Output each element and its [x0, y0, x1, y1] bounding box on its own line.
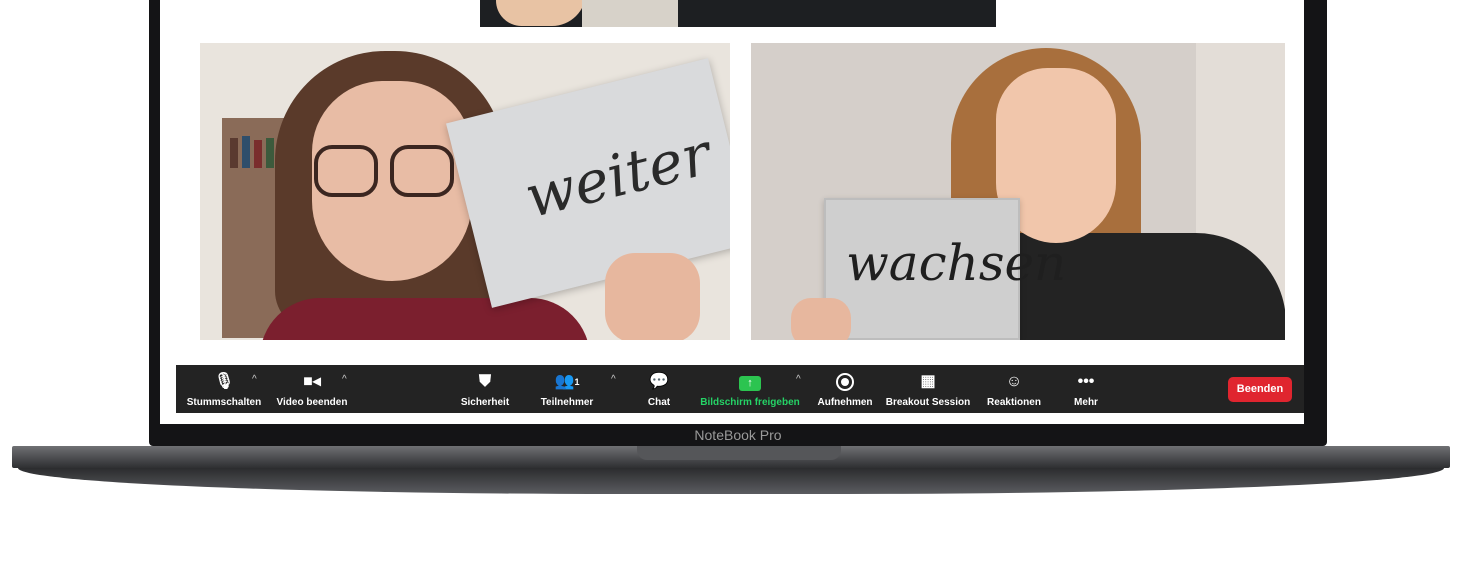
- chevron-up-icon[interactable]: ^: [611, 374, 616, 385]
- grid-icon: ▦: [920, 373, 936, 390]
- end-meeting-button[interactable]: Beenden: [1228, 377, 1292, 402]
- participants-button[interactable]: 👥1 Teilnehmer: [536, 365, 598, 413]
- mute-button[interactable]: 🎙 Stummschalten: [182, 365, 266, 413]
- hand: [605, 253, 700, 340]
- video-tile-top: [480, 0, 996, 27]
- participant-count: 1: [574, 377, 580, 387]
- laptop-notch: [637, 446, 841, 460]
- chevron-up-icon[interactable]: ^: [342, 374, 347, 385]
- meeting-toolbar: 🎙 Stummschalten ^ ■◂ Video beenden ^ ⛊ S…: [176, 365, 1304, 413]
- paper: [582, 0, 678, 27]
- security-label: Sicherheit: [460, 397, 510, 408]
- shield-icon: ⛊: [478, 373, 491, 390]
- more-button[interactable]: ••• Mehr: [1066, 365, 1106, 413]
- meeting-screen: weiter wachsen 🎙 Stummschalten ^ ■◂ Vide…: [160, 0, 1304, 424]
- laptop-brand-label: NoteBook Pro: [694, 427, 782, 443]
- video-tile-participant-1[interactable]: weiter: [200, 43, 730, 340]
- chat-button[interactable]: 💬 Chat: [639, 365, 679, 413]
- book: [230, 138, 238, 168]
- security-button[interactable]: ⛊ Sicherheit: [454, 365, 516, 413]
- chat-label: Chat: [647, 397, 671, 408]
- share-screen-icon: ↑: [698, 371, 802, 393]
- laptop-base: [18, 468, 1444, 494]
- video-camera-icon: ■◂: [303, 373, 321, 390]
- chevron-up-icon[interactable]: ^: [252, 374, 257, 385]
- breakout-label: Breakout Session: [885, 397, 971, 408]
- record-icon: [814, 371, 876, 393]
- book: [254, 140, 262, 168]
- video-label: Video beenden: [276, 397, 348, 408]
- sign-text: weiter: [518, 119, 718, 232]
- mute-label: Stummschalten: [186, 397, 262, 408]
- ellipsis-icon: •••: [1077, 373, 1095, 390]
- smiley-icon: ☺: [1005, 373, 1023, 390]
- more-label: Mehr: [1074, 397, 1098, 408]
- people-icon: 👥1: [554, 373, 580, 390]
- glasses-lens: [314, 145, 378, 197]
- chat-bubble-icon: 💬: [649, 373, 669, 390]
- book: [266, 138, 274, 168]
- record-label: Aufnehmen: [817, 397, 873, 408]
- breakout-button[interactable]: ▦ Breakout Session: [884, 365, 972, 413]
- book: [242, 136, 250, 168]
- participant-shirt: [260, 298, 590, 340]
- hand: [791, 298, 851, 340]
- sign-card: wachsen: [824, 198, 1066, 340]
- reactions-button[interactable]: ☺ Reaktionen: [982, 365, 1046, 413]
- record-button[interactable]: Aufnehmen: [814, 365, 876, 413]
- hand: [496, 0, 586, 26]
- reactions-label: Reaktionen: [987, 397, 1041, 408]
- share-screen-button[interactable]: ↑ Bildschirm freigeben: [698, 365, 802, 413]
- sign-text: wachsen: [846, 234, 1067, 292]
- participants-label: Teilnehmer: [540, 397, 594, 408]
- share-label: Bildschirm freigeben: [700, 397, 800, 408]
- glasses-lens: [390, 145, 454, 197]
- chevron-up-icon[interactable]: ^: [796, 374, 801, 385]
- video-button[interactable]: ■◂ Video beenden: [272, 365, 352, 413]
- video-tile-participant-2[interactable]: wachsen: [751, 43, 1285, 340]
